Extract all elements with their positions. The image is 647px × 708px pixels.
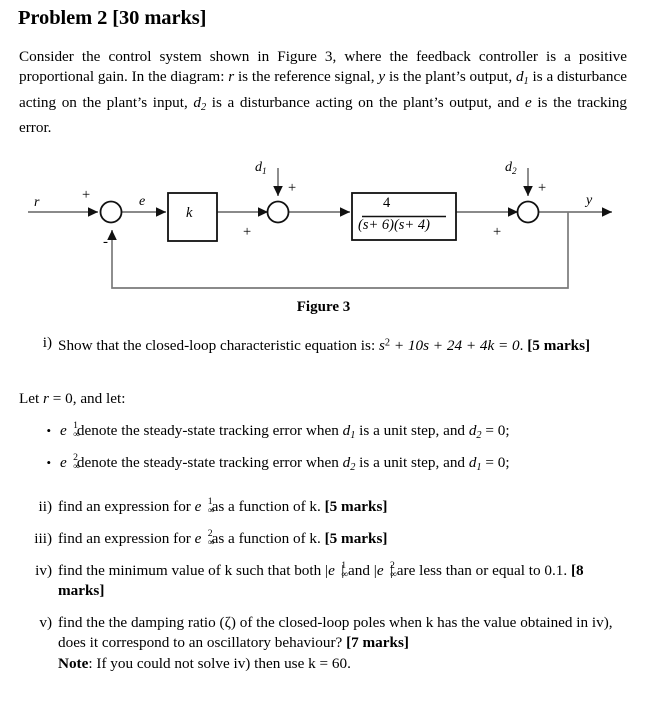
label-d2-subscript: 2 <box>512 165 517 176</box>
item-i-marks: [5 marks] <box>527 336 591 354</box>
item-ii-marks: [5 marks] <box>324 498 388 515</box>
symbol-e-subscript: ∞ <box>389 569 397 580</box>
symbol-e-infinity-iv-2: e 2 ∞ <box>376 560 397 581</box>
list-item-iii: iii) find an expression for e 2 ∞ as a fun… <box>34 528 627 549</box>
bullet-1-text: denote the steady-state tracking error w… <box>73 422 343 439</box>
item-i-equation-rest: + 10s + 24 + 4k = 0 <box>390 336 520 354</box>
symbol-e-subscript: ∞ <box>207 505 215 516</box>
list-item-v-marker: v) <box>39 614 52 631</box>
intro-paragraph: Consider the control system shown in Fig… <box>19 47 627 138</box>
let-prefix: Let <box>19 390 44 407</box>
intro-text-5: is a disturbance acting on the plant’s o… <box>206 93 525 111</box>
symbol-e-base: e <box>194 498 202 515</box>
item-iii-text-after: as a function of k. <box>207 530 325 547</box>
list-item-iv-body: find the minimum value of k such that bo… <box>58 560 584 599</box>
symbol-e-base: e <box>194 530 202 547</box>
symbol-e: e <box>524 93 532 111</box>
symbol-d1: d <box>515 68 524 86</box>
symbol-e-subscript: ∞ <box>207 537 215 548</box>
item-i-text: Show that the closed-loop characteristic… <box>58 336 379 354</box>
controller-block <box>167 192 218 242</box>
symbol-e-base: e <box>328 562 335 579</box>
label-sign-plus-r: + <box>82 187 91 203</box>
label-e: e <box>139 194 146 209</box>
intro-text-2: is the reference signal, <box>234 68 379 86</box>
symbol-e-subscript: ∞ <box>73 461 80 472</box>
item-v-note-text: : If you could not solve iv) then use k … <box>88 654 351 672</box>
symbol-e-infinity-iii: e 2 ∞ <box>194 528 215 549</box>
block-diagram-figure: r + - e k d1 + + 4 (s+ 6)(s+ 4) d2 + + y <box>0 150 647 310</box>
item-iii-marks: [5 marks] <box>324 530 388 547</box>
bullet-dot: • <box>46 454 51 470</box>
intro-text-3: is the plant’s output, <box>385 68 516 86</box>
label-sign-plus-sum2: + <box>243 224 252 240</box>
symbol-e-base: e <box>376 562 384 579</box>
let-equals: = 0, and let: <box>48 390 126 407</box>
item-v-note-label: Note <box>58 654 89 672</box>
list-item-i-marker: i) <box>42 334 52 351</box>
item-iii-text: find an expression for <box>58 530 195 547</box>
item-v-note: Note: If you could not solve iv) then us… <box>58 654 627 674</box>
item-iv-text-mid: and <box>344 562 374 579</box>
summing-junction-3 <box>516 200 540 224</box>
label-d2: d2 <box>505 160 517 176</box>
item-iv-text-after: are less than or equal to 0.1. <box>392 562 571 579</box>
label-sign-plus-d2: + <box>538 180 547 196</box>
bullet-1-text-after: = 0; <box>481 422 510 439</box>
label-d1: d1 <box>255 160 267 176</box>
summing-junction-2 <box>266 200 290 224</box>
list-item-iii-marker: iii) <box>34 530 52 547</box>
list-item-iv: iv) find the minimum value of k such tha… <box>35 560 627 602</box>
bullet-1-text-mid: is a unit step, and <box>355 422 469 439</box>
item-v-marks: [7 marks] <box>346 634 409 652</box>
item-ii-text: find an expression for <box>58 498 195 515</box>
let-statement: Let r = 0, and let: <box>19 390 125 408</box>
plant-numerator: 4 <box>383 195 391 211</box>
label-d1-base: d <box>255 160 262 175</box>
list-item-i-body: Show that the closed-loop characteristic… <box>58 337 590 354</box>
item-ii-text-after: as a function of k. <box>207 498 325 515</box>
bullet-2-text: denote the steady-state tracking error w… <box>73 454 343 471</box>
label-k: k <box>186 205 193 221</box>
label-sign-plus-d1: + <box>288 180 297 196</box>
list-item-ii: ii) find an expression for e 1 ∞ as a func… <box>39 496 627 517</box>
item-iv-text: find the minimum value of k such that bo… <box>58 562 326 579</box>
label-sign-minus-feedback: - <box>103 234 108 250</box>
summing-junction-1 <box>99 200 123 224</box>
list-item-i: i) Show that the closed-loop characteris… <box>43 333 627 356</box>
symbol-e-subscript: ∞ <box>341 569 348 580</box>
document-page: Problem 2 [30 marks] Consider the contro… <box>0 0 647 708</box>
list-item-v-body: find the the damping ratio (ζ) of the cl… <box>58 614 627 674</box>
bullet-item-e1: • e 1 ∞ denote the steady-state tracking e… <box>46 420 510 446</box>
label-y: y <box>586 193 593 208</box>
label-d1-subscript: 1 <box>262 165 267 176</box>
bullet-item-e2: • e 2 ∞ denote the steady-state tracking e… <box>46 452 510 478</box>
figure-caption: Figure 3 <box>296 299 351 315</box>
list-item-v: v) find the the damping ratio (ζ) of the… <box>39 613 627 674</box>
symbol-e-subscript: ∞ <box>73 429 80 440</box>
symbol-e-infinity-iv-1: e 1 ∞ <box>328 560 348 581</box>
symbol-e-base: e <box>60 454 67 471</box>
plant-denominator: (s+ 6)(s+ 4) <box>358 217 430 233</box>
symbol-e-infinity-1: e 1 ∞ <box>60 420 80 441</box>
label-sign-plus-sum3: + <box>493 224 502 240</box>
label-r: r <box>34 195 40 210</box>
symbol-e-base: e <box>60 422 67 439</box>
symbol-e-infinity-2: e 2 ∞ <box>60 452 80 473</box>
symbol-d2: d <box>193 93 201 111</box>
bullet-2-text-after: = 0; <box>481 454 510 471</box>
symbol-e-infinity-ii: e 1 ∞ <box>194 496 215 517</box>
list-item-ii-marker: ii) <box>38 498 53 515</box>
list-item-iv-marker: iv) <box>35 562 52 579</box>
bullet-2-text-mid: is a unit step, and <box>355 454 469 471</box>
label-d2-base: d <box>505 160 512 175</box>
item-v-text: find the the damping ratio (ζ) of the cl… <box>58 614 613 652</box>
bullet-dot: • <box>46 422 51 438</box>
page-title: Problem 2 [30 marks] <box>18 7 207 29</box>
